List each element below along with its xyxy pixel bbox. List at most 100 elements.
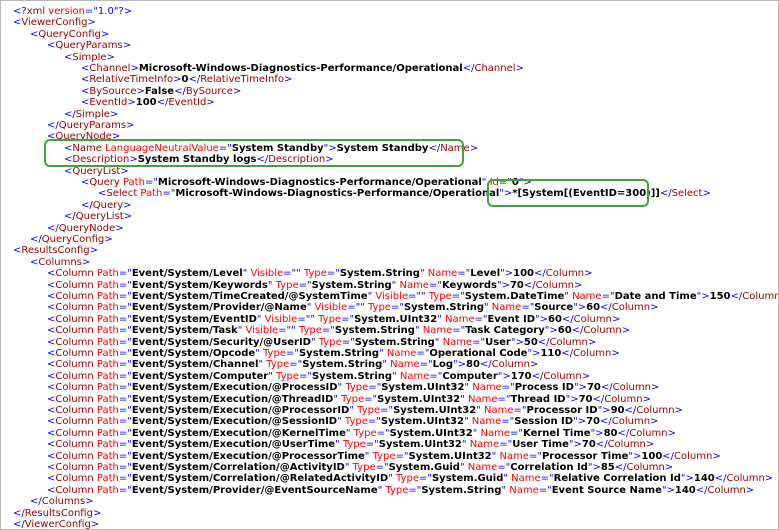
xml-punctuation: "> (573, 416, 587, 428)
xml-punctuation: ="" (408, 291, 426, 302)
xml-text-content: 70 (509, 279, 524, 291)
xml-punctuation: =" (218, 142, 232, 154)
xml-tag-name: Simple (72, 51, 107, 63)
xml-punctuation: > (611, 313, 621, 325)
xml-tag-name: RelativeTimeInfo (200, 74, 284, 86)
xml-punctuation: =" (419, 473, 432, 485)
xml-punctuation: > (90, 519, 100, 530)
xml-punctuation: </ (13, 507, 25, 519)
xml-punctuation: </ (714, 473, 727, 485)
xml-attribute-name: Path (93, 279, 119, 291)
xml-text-content: 90 (610, 405, 625, 416)
xml-attribute-name: Path (93, 393, 119, 405)
xml-attribute-value: Computer (442, 370, 498, 382)
xml-line: <Column Path="Event/System/TimeCreated/@… (39, 291, 778, 303)
xml-text-content: 70 (586, 382, 601, 394)
xml-tag-name: QueryParams (55, 40, 123, 52)
xml-attribute-name: Name (396, 370, 430, 382)
xml-punctuation: "> (696, 291, 710, 302)
xml-attribute-name: Name (383, 348, 417, 359)
xml-punctuation: =" (364, 393, 378, 405)
xml-text-content: 70 (578, 393, 593, 405)
xml-attribute-name: Visible (261, 313, 298, 325)
xml-punctuation: > (89, 245, 98, 257)
xml-tag-name: Column (535, 279, 574, 291)
xml-tag-name: Column (55, 405, 94, 416)
xml-punctuation: </ (561, 313, 574, 325)
xml-attribute-name: Type (337, 393, 365, 405)
xml-punctuation: > (127, 97, 136, 109)
xml-punctuation: > (92, 507, 102, 519)
xml-tag-name: Column (629, 427, 668, 439)
xml-punctuation: =" (497, 462, 511, 473)
xml-punctuation: =" (289, 359, 303, 371)
xml-punctuation: =" (365, 439, 379, 451)
xml-punctuation: </ (531, 370, 544, 382)
xml-attribute-value: Thread ID (510, 393, 566, 405)
xml-punctuation: > (115, 222, 124, 234)
xml-attribute-value: System.UInt32 (380, 416, 464, 428)
xml-attribute-name: Path (93, 348, 119, 359)
xml-punctuation: </ (523, 279, 536, 291)
xml-line: <Column Path="Event/System/Keywords" Typ… (39, 280, 582, 292)
xml-attribute-name: Name (466, 439, 500, 451)
xml-punctuation: </ (595, 439, 608, 451)
xml-punctuation: =" (395, 450, 409, 462)
xml-tag-name: EventId (168, 97, 207, 109)
xml-tag-name: Select (106, 188, 138, 200)
xml-punctuation: </ (479, 359, 492, 371)
xml-tag-name: QueryParams (58, 120, 127, 131)
xml-punctuation: =" (341, 313, 355, 325)
xml-punctuation: =" (118, 268, 132, 280)
xml-tag-name: Column (611, 416, 651, 428)
xml-punctuation: =" (118, 291, 132, 302)
xml-punctuation: "> (597, 405, 611, 416)
xml-tag-name: Column (55, 268, 94, 280)
xml-text-content: 100 (641, 450, 663, 462)
xml-attribute-value: Log (432, 359, 453, 371)
xml-line: <ViewerConfig> (5, 17, 96, 29)
xml-attribute-value: Event/System/Execution/@ThreadID (131, 393, 334, 405)
xml-punctuation: "> (565, 393, 579, 405)
xml-punctuation: =" (452, 325, 466, 337)
xml-attribute-value: Event/System/Correlation/@ActivityID (131, 462, 345, 473)
xml-punctuation: "?> (113, 6, 133, 17)
xml-attribute-value: System.String (354, 336, 435, 348)
xml-attribute-name: Path (93, 313, 119, 325)
xml-punctuation: =" (538, 484, 552, 496)
xml-attribute-name: Path (93, 405, 119, 416)
xml-punctuation: "> (680, 473, 694, 485)
xml-attribute-name: Path (137, 188, 163, 200)
xml-line: <QueryConfig> (22, 29, 109, 41)
xml-attribute-name: LanguageNeutralValue (101, 142, 219, 154)
xml-attribute-name: Type (259, 348, 286, 359)
xml-tag-name: QueryList (75, 211, 124, 223)
xml-line: <QueryList> (56, 166, 129, 178)
xml-punctuation: > (611, 348, 620, 359)
xml-tag-name: Column (55, 450, 94, 462)
xml-attribute-name: Name (568, 291, 602, 302)
xml-tag-name: Column (726, 473, 765, 485)
xml-text-content: 110 (540, 348, 562, 359)
xml-punctuation: > (129, 154, 138, 166)
xml-punctuation: 1.0 (97, 6, 114, 17)
xml-line: <BySource>False</BySource> (73, 86, 241, 98)
xml-punctuation: </ (462, 63, 475, 74)
xml-attribute-name: Type (272, 370, 299, 382)
xml-attribute-name: Name (507, 473, 541, 485)
xml-punctuation: </ (534, 268, 546, 280)
xml-punctuation: =" (162, 188, 176, 200)
xml-tag-name: Description (72, 154, 130, 166)
xml-punctuation: </ (600, 302, 612, 314)
xml-attribute-name: Path (93, 325, 119, 337)
xml-line: <Column Path="Event/System/Opcode" Type=… (39, 348, 620, 360)
xml-punctuation: > (469, 142, 479, 154)
xml-punctuation: </ (614, 462, 627, 473)
xml-punctuation: =" (118, 382, 132, 394)
xml-text-content: 85 (600, 462, 615, 473)
xml-tag-name: QueryList (72, 165, 121, 177)
xml-attribute-value: Correlation Id (510, 462, 588, 473)
xml-line: </ResultsConfig> (5, 508, 101, 520)
xml-text-content: 60 (586, 302, 601, 314)
xml-punctuation: =" (118, 473, 132, 485)
